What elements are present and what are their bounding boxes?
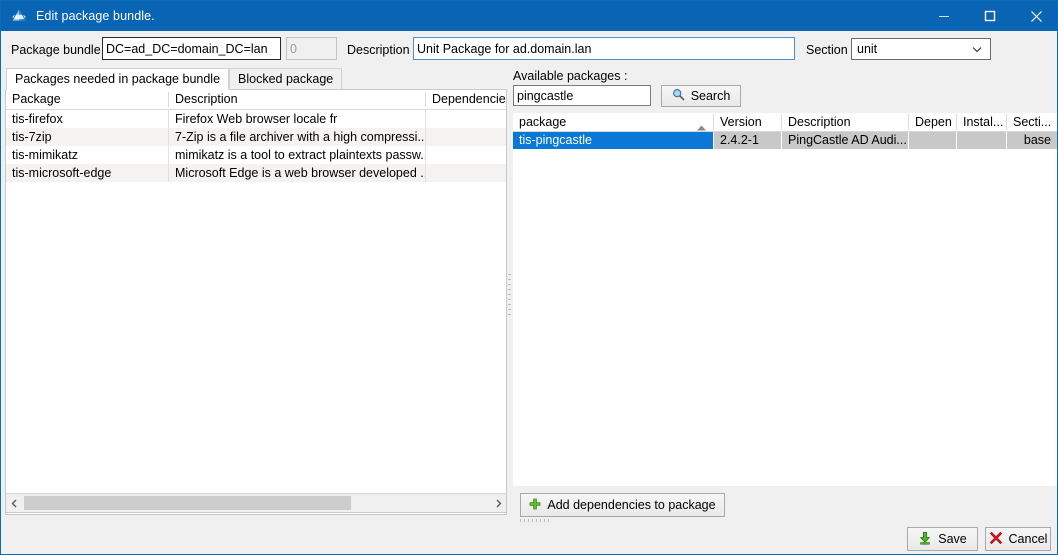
search-button[interactable]: Search [661,85,741,107]
tab-strip: Packages needed in package bundle Blocke… [6,68,343,90]
wapt-logo-icon [8,6,30,26]
close-icon[interactable] [1013,1,1057,31]
cell-package: tis-mimikatz [12,148,78,162]
minimize-icon[interactable] [921,1,967,31]
window-title: Edit package bundle. [36,9,155,23]
title-bar: Edit package bundle. [1,1,1057,31]
search-button-label: Search [690,89,731,103]
tab-packages-needed[interactable]: Packages needed in package bundle [6,68,230,90]
column-header-description[interactable]: Description [169,90,425,109]
cell-dependencies [426,110,506,128]
cell-description: mimikatz is a tool to extract plaintexts… [175,148,425,162]
chevron-left-icon[interactable] [6,494,22,512]
bundle-form-row: Package bundle Description Section unit [1,31,1057,67]
needed-packages-header: Package Description Dependencies [6,90,506,110]
edit-package-bundle-window: Edit package bundle. Package bundle Desc… [0,0,1058,555]
resize-grip-icon [520,519,550,522]
available-packages-header: package Version Description Depen Instal… [513,113,1057,132]
cell-section: base [1007,132,1057,149]
section-value: unit [857,42,878,56]
plus-icon [529,498,541,513]
package-bundle-counter-input[interactable] [286,37,337,60]
cell-package: tis-7zip [12,130,52,144]
cell-install [957,132,1006,149]
cell-dependencies [426,164,506,182]
cell-description: Firefox Web browser locale fr [175,112,338,126]
scrollbar-track[interactable] [22,494,490,512]
cancel-button[interactable]: Cancel [985,527,1051,551]
cell-package: tis-pingcastle [513,132,713,149]
save-button[interactable]: Save [907,527,978,551]
chevron-right-icon[interactable] [490,494,506,512]
scrollbar-thumb[interactable] [24,496,351,510]
table-row[interactable]: tis-pingcastle 2.4.2-1 PingCastle AD Aud… [513,132,1057,149]
chevron-down-icon [972,42,982,56]
column-header-section[interactable]: Secti... [1007,113,1057,131]
cell-depends [909,132,956,149]
available-packages-label: Available packages : [513,69,628,83]
window-controls [921,1,1057,31]
cell-package: tis-microsoft-edge [12,166,112,180]
column-header-version[interactable]: Version [714,113,781,131]
splitter-grip-icon [508,274,512,319]
needed-packages-grid: Package Description Dependencies tis-fir… [5,89,507,515]
column-header-install[interactable]: Instal... [957,113,1006,131]
save-download-icon [918,531,932,548]
column-header-package[interactable]: package [513,113,713,131]
table-row[interactable]: tis-mimikatz mimikatz is a tool to extra… [6,146,506,164]
cell-version: 2.4.2-1 [714,132,781,149]
column-header-package[interactable]: Package [6,90,168,109]
section-dropdown[interactable]: unit [851,38,991,60]
cancel-x-icon [989,531,1003,548]
search-input[interactable] [513,85,651,106]
available-packages-grid: package Version Description Depen Instal… [513,113,1057,486]
description-input[interactable] [413,37,795,60]
cell-description: PingCastle AD Audi... [782,132,908,149]
cancel-label: Cancel [1008,532,1048,546]
table-row[interactable]: tis-microsoft-edge Microsoft Edge is a w… [6,164,506,182]
cell-package: tis-firefox [12,112,63,126]
cell-dependencies [426,128,506,146]
cell-description: Microsoft Edge is a web browser develope… [175,166,425,180]
column-header-description[interactable]: Description [782,113,908,131]
table-row[interactable]: tis-firefox Firefox Web browser locale f… [6,110,506,128]
package-bundle-input[interactable] [102,37,281,60]
tab-blocked-package[interactable]: Blocked package [229,68,343,90]
column-header-dependencies[interactable]: Dependencies [426,90,506,109]
cell-description: 7-Zip is a file archiver with a high com… [175,130,425,144]
add-dependencies-label: Add dependencies to package [547,498,716,512]
left-grid-horizontal-scrollbar[interactable] [5,493,507,513]
section-label: Section [806,43,848,57]
save-label: Save [938,532,967,546]
search-icon [672,88,685,104]
description-label: Description [347,43,410,57]
add-dependencies-button[interactable]: Add dependencies to package [520,493,725,517]
column-header-depends[interactable]: Depen [909,113,956,131]
cell-dependencies [426,146,506,164]
package-bundle-label: Package bundle [11,43,101,57]
table-row[interactable]: tis-7zip 7-Zip is a file archiver with a… [6,128,506,146]
maximize-icon[interactable] [967,1,1013,31]
